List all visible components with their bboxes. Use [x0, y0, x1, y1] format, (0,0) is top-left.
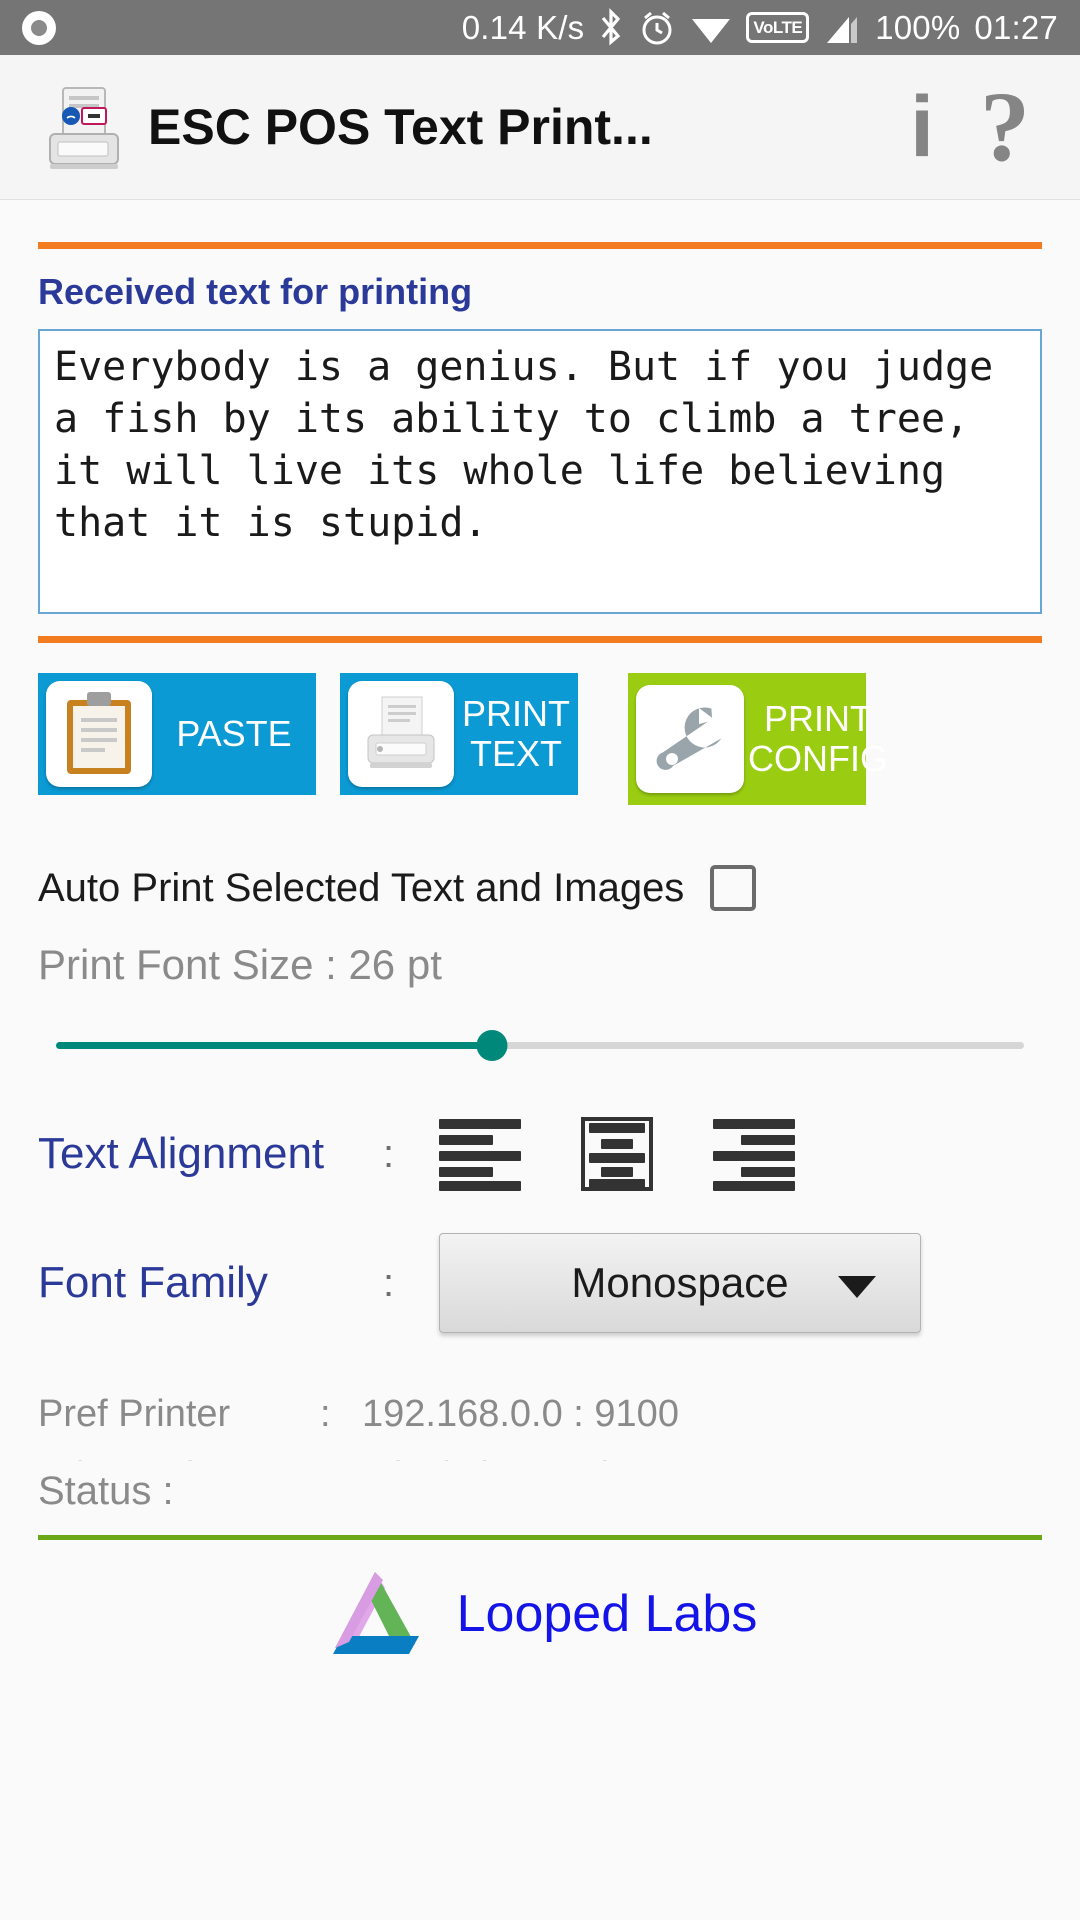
received-text-value: Everybody is a genius. But if you judge … — [54, 344, 1018, 546]
app-bar-actions: i ? — [910, 77, 1044, 177]
info-icon[interactable]: i — [910, 84, 934, 170]
clock-label: 01:27 — [974, 8, 1058, 46]
received-text-label: Received text for printing — [38, 271, 473, 312]
bluetooth-icon — [598, 7, 624, 48]
font-family-value: Monospace — [571, 1259, 789, 1306]
print-config-button-label: PRINT CONFIG — [748, 698, 888, 779]
text-alignment-colon: : — [383, 1131, 395, 1176]
looped-labs-triangle-logo — [323, 1566, 443, 1662]
slider-thumb[interactable] — [476, 1030, 508, 1061]
record-dot-icon — [22, 10, 56, 45]
divider-orange-top — [38, 242, 1042, 249]
align-center-icon[interactable] — [581, 1117, 653, 1191]
printer-info-area: Pref Printer : 192.168.0.0 : 9100 Printe… — [38, 1383, 1080, 1521]
align-left-icon[interactable] — [439, 1117, 521, 1191]
status-label: Status : — [38, 1461, 1042, 1521]
status-bar: 0.14 K/s VoLTE 100% 01:27 — [0, 0, 1080, 55]
action-button-row: PASTE PRINT TEXT PRINT CONFIG — [38, 673, 1080, 805]
align-right-icon[interactable] — [713, 1117, 795, 1191]
print-config-button[interactable]: PRINT CONFIG — [628, 673, 888, 805]
pref-printer-label: Pref Printer — [38, 1393, 231, 1435]
slider-fill — [56, 1042, 492, 1049]
paste-button[interactable]: PASTE — [38, 673, 316, 795]
pref-printer-value: 192.168.0.0 : 9100 — [362, 1393, 679, 1435]
app-bar: ESC POS Text Print... i ? — [0, 55, 1080, 200]
auto-print-row[interactable]: Auto Print Selected Text and Images — [38, 865, 1080, 911]
printer-app-icon — [36, 80, 130, 174]
help-icon[interactable]: ? — [980, 77, 1030, 177]
text-alignment-row: Text Alignment : — [38, 1117, 1080, 1191]
font-family-select[interactable]: Monospace — [439, 1233, 921, 1333]
wrench-icon — [636, 685, 744, 793]
print-font-size-slider[interactable] — [56, 1025, 1024, 1065]
auto-print-checkbox[interactable] — [710, 865, 757, 911]
print-text-button[interactable]: PRINT TEXT — [340, 673, 578, 795]
footer: Looped Labs — [0, 1566, 1080, 1662]
font-family-colon: : — [383, 1260, 395, 1305]
page-title: ESC POS Text Print... — [148, 99, 653, 155]
battery-label: 100% — [875, 8, 961, 46]
pref-printer-row: Pref Printer : 192.168.0.0 : 9100 — [38, 1383, 1080, 1445]
status-bar-right: 0.14 K/s VoLTE 100% 01:27 — [461, 7, 1058, 48]
divider-orange-bottom — [38, 636, 1042, 643]
print-font-size-label: Print Font Size : 26 pt — [38, 941, 442, 988]
signal-icon — [823, 11, 861, 45]
wifi-icon — [690, 11, 732, 45]
pref-printer-colon: : — [320, 1393, 331, 1435]
chevron-down-icon — [838, 1276, 876, 1298]
footer-brand-label: Looped Labs — [456, 1585, 758, 1643]
volte-icon: VoLTE — [746, 12, 810, 43]
status-bar-left — [22, 10, 56, 45]
clipboard-icon — [46, 681, 152, 787]
network-speed-label: 0.14 K/s — [461, 8, 585, 46]
main-content: Received text for printing Everybody is … — [0, 242, 1080, 1920]
font-family-row: Font Family : Monospace — [38, 1233, 1080, 1333]
auto-print-label: Auto Print Selected Text and Images — [38, 865, 685, 910]
divider-green — [38, 1535, 1042, 1540]
received-text-input[interactable]: Everybody is a genius. But if you judge … — [38, 329, 1042, 614]
font-family-label: Font Family — [38, 1258, 268, 1307]
print-text-button-label: PRINT TEXT — [462, 693, 570, 774]
text-alignment-options — [439, 1117, 795, 1191]
text-alignment-label: Text Alignment — [38, 1129, 325, 1178]
paste-button-label: PASTE — [176, 713, 292, 754]
alarm-icon — [638, 9, 676, 47]
printer-icon — [348, 681, 454, 787]
